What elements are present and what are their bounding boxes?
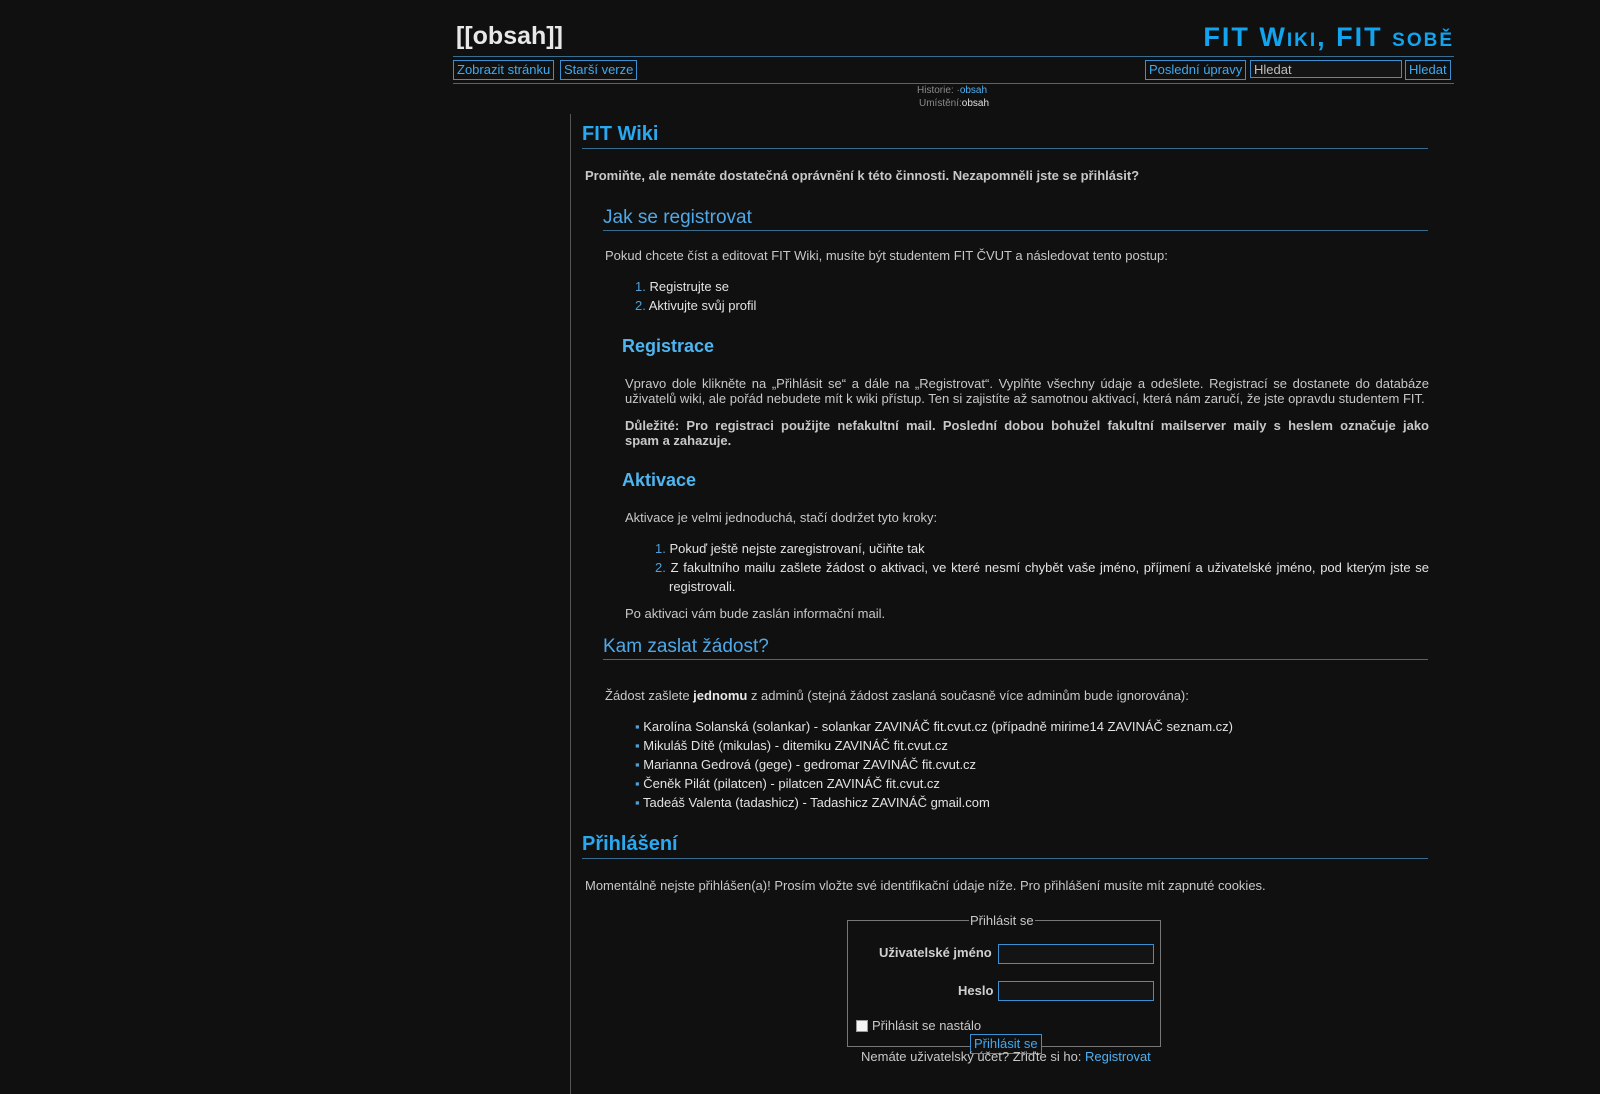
search-button[interactable]: Hledat [1405, 60, 1451, 80]
recent-changes-button[interactable]: Poslední úpravy [1145, 60, 1247, 80]
login-intro: Momentálně nejste přihlášen(a)! Prosím v… [585, 878, 1266, 893]
wiki-title[interactable]: FIT Wiki, FIT sobě [1203, 22, 1454, 53]
login-form: Přihlásit se Uživatelské jméno Heslo Při… [847, 913, 1161, 1054]
password-input[interactable] [998, 981, 1154, 1001]
admin-contact: Tadeáš Valenta (tadashicz) - Tadashicz Z… [643, 795, 990, 810]
history-label: Historie: [917, 85, 954, 96]
list-item: ▪ Mikuláš Dítě (mikulas) - ditemiku ZAVI… [635, 738, 948, 753]
login-legend: Přihlásit se [970, 913, 1034, 928]
list-item: 2. Aktivujte svůj profil [635, 298, 757, 313]
registration-text-2: uživatelů wiki, ale pořád nebudete mít k… [625, 391, 1425, 406]
remember-checkbox[interactable] [856, 1020, 868, 1032]
activation-step-1: Pokuď ještě nejste zaregistrovaní, učiňt… [669, 541, 925, 556]
list-item: 1. Pokuď ještě nejste zaregistrovaní, uč… [655, 541, 925, 556]
no-account-text: Nemáte uživatelský účet? Zřiďte si ho: R… [861, 1049, 1151, 1064]
list-item: ▪ Čeněk Pilát (pilatcen) - pilatcen ZAVI… [635, 776, 940, 791]
admin-contact: Mikuláš Dítě (mikulas) - ditemiku ZAVINÁ… [643, 738, 948, 753]
important-note-1: Důležité: Pro registraci použijte nefaku… [625, 418, 1429, 433]
list-item: ▪ Tadeáš Valenta (tadashicz) - Tadashicz… [635, 795, 990, 810]
search-input[interactable]: Hledat [1250, 60, 1402, 78]
old-revisions-button[interactable]: Starší verze [560, 60, 638, 80]
page-name[interactable]: [[obsah]] [456, 22, 563, 51]
important-note-2: spam a zahazuje. [625, 433, 732, 448]
password-label: Heslo [958, 983, 994, 998]
activation-intro: Aktivace je velmi jednoduchá, stačí dodr… [625, 510, 938, 525]
admin-contact: Karolína Solanská (solankar) - solankar … [643, 719, 1234, 734]
list-item: ▪ Karolína Solanská (solankar) - solanka… [635, 719, 1234, 734]
location-value[interactable]: obsah [962, 98, 989, 109]
where-to-send-intro: Žádost zašlete jednomu z adminů (stejná … [605, 688, 1189, 703]
register-step-link[interactable]: Registrujte se [649, 279, 728, 294]
location-label: Umístění: [919, 98, 962, 109]
heading-login: Přihlášení [582, 833, 1428, 859]
username-label: Uživatelské jméno [879, 945, 992, 960]
show-page-button[interactable]: Zobrazit stránku [453, 60, 555, 80]
history-link[interactable]: obsah [960, 85, 987, 96]
list-item: 1. Registrujte se [635, 279, 729, 294]
register-link[interactable]: Registrovat [1085, 1049, 1151, 1064]
list-item: ▪ Marianna Gedrová (gege) - gedromar ZAV… [635, 757, 977, 772]
list-item: 2. Z fakultního mailu zašlete žádost o a… [655, 560, 1429, 594]
username-input[interactable] [998, 944, 1154, 964]
activation-after: Po aktivaci vám bude zaslán informační m… [625, 606, 886, 621]
heading-where-to-send: Kam zaslat žádost? [603, 636, 1428, 660]
heading-how-to-register: Jak se registrovat [603, 207, 1428, 231]
admin-contact: Marianna Gedrová (gege) - gedromar ZAVIN… [643, 757, 977, 772]
access-denied-message: Promiňte, ale nemáte dostatečná oprávněn… [585, 168, 1140, 183]
register-intro: Pokud chcete číst a editovat FIT Wiki, m… [605, 248, 1168, 263]
page-title: FIT Wiki [582, 123, 1428, 149]
remember-label[interactable]: Přihlásit se nastálo [872, 1018, 981, 1034]
breadcrumbs: Historie: ·obsah Umístění:obsah [917, 84, 989, 110]
heading-activation: Aktivace [622, 470, 697, 490]
activation-step-2: Z fakultního mailu zašlete žádost o akti… [670, 560, 1429, 575]
activation-step-2-cont: registrovali. [669, 579, 736, 594]
admin-contact: Čeněk Pilát (pilatcen) - pilatcen ZAVINÁ… [643, 776, 940, 791]
heading-registration: Registrace [622, 336, 715, 356]
activate-step-link[interactable]: Aktivujte svůj profil [649, 298, 757, 313]
toolbar: Zobrazit stránku Starší verze Poslední ú… [453, 56, 1454, 84]
registration-text-1: Vpravo dole klikněte na „Přihlásit se“ a… [625, 376, 1429, 391]
